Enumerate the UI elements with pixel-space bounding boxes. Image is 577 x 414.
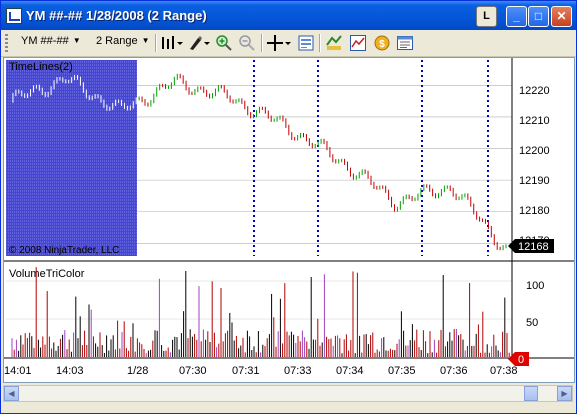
copyright-watermark: © 2008 NinjaTrader, LLC (9, 245, 119, 256)
chart-window: YM ##-## 1/28/2008 (2 Range) L _ □ ✕ YM … (0, 0, 577, 414)
last-volume-value: 0 (518, 354, 524, 366)
minimize-button[interactable]: _ (506, 6, 527, 27)
price-tick: 12180 (519, 205, 550, 217)
time-tick: 07:30 (179, 365, 207, 377)
toolbar-grip[interactable] (5, 34, 8, 52)
chart-canvas[interactable]: TimeLines(2) © 2008 NinjaTrader, LLC Vol… (4, 58, 574, 382)
toolbar-separator (261, 34, 263, 52)
instrument-label: YM ##-## (21, 35, 69, 47)
instrument-selector[interactable]: YM ##-## ▼ (21, 35, 81, 47)
time-tick: 07:36 (440, 365, 468, 377)
time-tick: 07:31 (232, 365, 260, 377)
window-title: YM ##-## 1/28/2008 (2 Range) (26, 8, 207, 23)
maximize-button[interactable]: □ (528, 6, 549, 27)
close-button[interactable]: ✕ (551, 6, 572, 27)
time-tick: 07:34 (336, 365, 364, 377)
pen-drawing-icon[interactable] (188, 35, 210, 51)
data-box-icon[interactable] (397, 35, 413, 51)
zoom-out-icon[interactable] (239, 35, 255, 51)
lower-panel-title: VolumeTriColor (9, 268, 85, 280)
chevron-down-icon: ▼ (141, 36, 150, 45)
time-tick: 07:33 (284, 365, 312, 377)
price-tick: 12220 (519, 85, 550, 97)
money-icon[interactable]: $ (374, 35, 390, 51)
crosshair-icon[interactable] (267, 35, 291, 51)
price-tick: 12190 (519, 175, 550, 187)
time-tick: 07:35 (388, 365, 416, 377)
upper-panel-title: TimeLines(2) (9, 61, 73, 73)
volume-tick: 100 (526, 280, 544, 292)
chevron-down-icon: ▼ (72, 36, 81, 45)
layout-lock-button[interactable]: L (476, 6, 497, 27)
scroll-right-arrow-icon[interactable]: ▶ (557, 386, 572, 401)
timelines-shaded-region (6, 60, 137, 256)
time-tick: 07:38 (490, 365, 518, 377)
zoom-in-icon[interactable] (216, 35, 232, 51)
properties-icon[interactable] (298, 35, 314, 51)
time-tick: 1/28 (127, 365, 148, 377)
time-tick: 14:01 (4, 365, 32, 377)
toolbar-separator (319, 34, 321, 52)
toolbar-separator (155, 34, 157, 52)
chart-area[interactable]: TimeLines(2) © 2008 NinjaTrader, LLC Vol… (3, 57, 575, 383)
interval-label: 2 Range (96, 35, 138, 47)
svg-text:$: $ (379, 39, 385, 50)
interval-selector[interactable]: 2 Range ▼ (96, 35, 150, 47)
chart-app-icon (6, 8, 22, 24)
scroll-thumb[interactable] (524, 386, 538, 401)
indicators-icon[interactable] (350, 35, 366, 51)
title-bar[interactable]: YM ##-## 1/28/2008 (2 Range) L _ □ ✕ (1, 1, 576, 30)
time-tick: 14:03 (56, 365, 84, 377)
price-tick: 12200 (519, 145, 550, 157)
chart-toolbar: YM ##-## ▼ 2 Range ▼ $ (1, 30, 576, 57)
strategy-icon[interactable] (326, 35, 342, 51)
horizontal-scrollbar[interactable]: ◀ ▶ (3, 385, 573, 402)
volume-tick: 50 (526, 317, 538, 329)
last-price-value: 12168 (518, 241, 549, 253)
bar-type-icon[interactable] (161, 35, 183, 51)
price-tick: 12210 (519, 115, 550, 127)
scroll-left-arrow-icon[interactable]: ◀ (4, 386, 19, 401)
